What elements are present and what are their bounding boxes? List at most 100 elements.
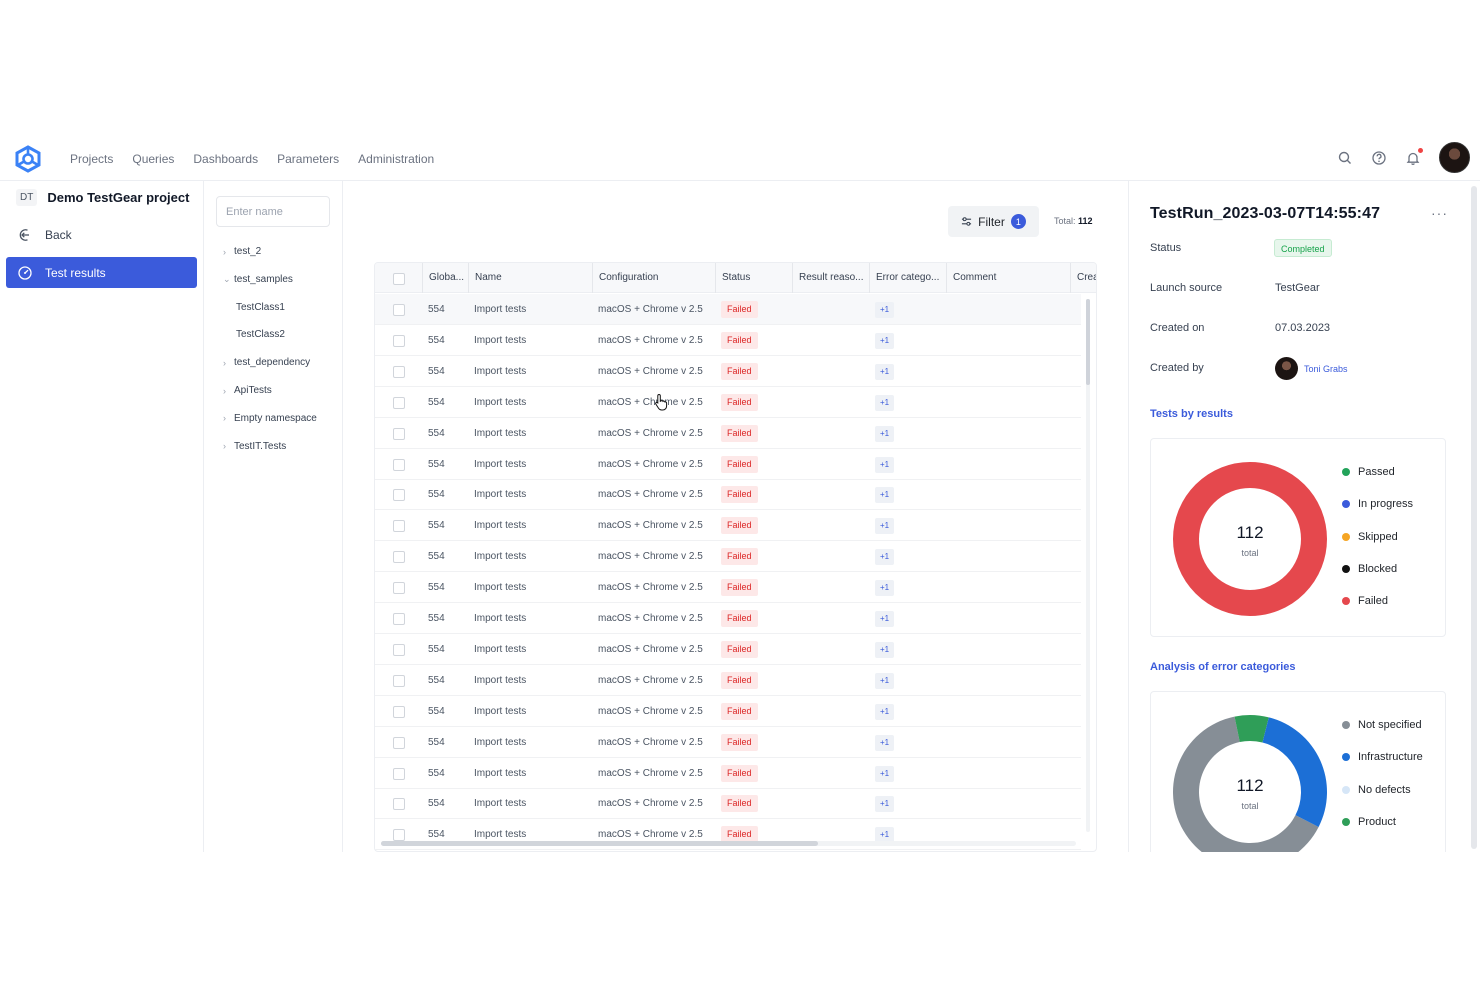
nav-parameters[interactable]: Parameters <box>277 152 339 166</box>
tree-item[interactable]: › test_dependency <box>223 357 310 368</box>
tree-item[interactable]: TestClass2 <box>236 329 285 340</box>
table-row[interactable]: 554 Import tests macOS + Chrome v 2.5 Faile… <box>375 572 1081 604</box>
row-checkbox[interactable] <box>393 520 405 533</box>
column-header-result-reason[interactable]: Result reaso... <box>792 263 869 293</box>
chevron-right-icon[interactable]: › <box>223 413 229 423</box>
chevron-right-icon[interactable]: › <box>223 247 229 257</box>
row-checkbox[interactable] <box>393 458 405 471</box>
select-all-checkbox[interactable] <box>393 273 405 285</box>
column-header-created[interactable]: Crea <box>1070 263 1096 293</box>
row-checkbox[interactable] <box>393 396 405 409</box>
row-checkbox[interactable] <box>393 551 405 564</box>
error-category-tag[interactable]: +1 <box>875 425 895 442</box>
row-checkbox[interactable] <box>393 829 405 842</box>
table-row[interactable]: 554 Import tests macOS + Chrome v 2.5 Faile… <box>375 325 1081 356</box>
table-row[interactable]: 554 Import tests macOS + Chrome v 2.5 Faile… <box>375 603 1081 634</box>
filter-button[interactable]: Filter 1 <box>948 206 1039 237</box>
bell-icon[interactable] <box>1405 147 1423 166</box>
row-checkbox[interactable] <box>393 489 405 502</box>
table-row[interactable]: 554 Import tests macOS + Chrome v 2.5 Faile… <box>375 541 1081 573</box>
legend-item[interactable]: Product <box>1342 816 1396 828</box>
table-row[interactable]: 554 Import tests macOS + Chrome v 2.5 Faile… <box>375 634 1081 665</box>
table-row[interactable]: 554 Import tests macOS + Chrome v 2.5 Faile… <box>375 665 1081 696</box>
error-category-tag[interactable]: +1 <box>875 641 895 658</box>
created-by-user[interactable]: Toni Grabs <box>1275 357 1348 380</box>
error-category-tag[interactable]: +1 <box>875 580 895 597</box>
row-checkbox[interactable] <box>393 643 405 656</box>
error-category-tag[interactable]: +1 <box>875 549 895 566</box>
error-category-tag[interactable]: +1 <box>875 734 895 751</box>
nav-dashboards[interactable]: Dashboards <box>193 152 258 166</box>
chevron-right-icon[interactable]: › <box>223 358 229 368</box>
column-header-error-category[interactable]: Error catego... <box>869 263 946 293</box>
vertical-scrollbar[interactable] <box>1086 299 1090 385</box>
table-row[interactable]: 554 Import tests macOS + Chrome v 2.5 Faile… <box>375 758 1081 789</box>
legend-item[interactable]: Not specified <box>1342 719 1422 731</box>
error-category-tag[interactable]: +1 <box>875 796 895 813</box>
legend-item[interactable]: Passed <box>1342 466 1395 478</box>
nav-administration[interactable]: Administration <box>358 152 434 166</box>
row-checkbox[interactable] <box>393 613 405 625</box>
table-row[interactable]: 554 Import tests macOS + Chrome v 2.5 Faile… <box>375 510 1081 542</box>
row-checkbox[interactable] <box>393 582 405 595</box>
legend-item[interactable]: Failed <box>1342 595 1388 607</box>
column-header-global-id[interactable]: Globa... <box>422 263 468 293</box>
row-checkbox[interactable] <box>393 767 405 780</box>
error-category-tag[interactable]: +1 <box>875 672 895 689</box>
tree-item[interactable]: › TestIT.Tests <box>223 441 286 452</box>
error-category-tag[interactable]: +1 <box>875 703 895 720</box>
row-checkbox[interactable] <box>393 736 405 749</box>
error-category-tag[interactable]: +1 <box>875 765 895 782</box>
tree-item[interactable]: ⌄ test_samples <box>223 274 293 285</box>
panel-scrollbar[interactable] <box>1471 186 1477 849</box>
search-input[interactable] <box>216 196 330 227</box>
sidebar-item-test-results[interactable]: Test results <box>6 257 197 288</box>
table-row[interactable]: 554 Import tests macOS + Chrome v 2.5 Faile… <box>375 387 1081 418</box>
legend-item[interactable]: In progress <box>1342 498 1413 510</box>
column-header-status[interactable]: Status <box>715 263 792 293</box>
row-checkbox[interactable] <box>393 674 405 687</box>
error-category-tag[interactable]: +1 <box>875 518 895 535</box>
column-header-configuration[interactable]: Configuration <box>592 263 715 293</box>
error-category-tag[interactable]: +1 <box>875 456 895 473</box>
tree-item[interactable]: › ApiTests <box>223 385 272 396</box>
column-header-name[interactable]: Name <box>468 263 592 293</box>
row-checkbox[interactable] <box>393 334 405 347</box>
row-checkbox[interactable] <box>393 304 405 316</box>
table-row[interactable]: 554 Import tests macOS + Chrome v 2.5 Faile… <box>375 418 1081 449</box>
error-category-tag[interactable]: +1 <box>875 302 895 318</box>
horizontal-scrollbar[interactable] <box>381 841 818 846</box>
tree-item[interactable]: › Empty namespace <box>223 413 317 424</box>
more-options-icon[interactable]: ··· <box>1431 205 1448 221</box>
error-category-tag[interactable]: +1 <box>875 487 895 504</box>
chevron-right-icon[interactable]: › <box>223 386 229 396</box>
user-avatar[interactable] <box>1439 142 1470 173</box>
chevron-down-icon[interactable]: ⌄ <box>223 274 231 285</box>
legend-item[interactable]: Skipped <box>1342 531 1398 543</box>
table-row[interactable]: 554 Import tests macOS + Chrome v 2.5 Faile… <box>375 294 1081 325</box>
table-row[interactable]: 554 Import tests macOS + Chrome v 2.5 Faile… <box>375 479 1081 511</box>
table-row[interactable]: 554 Import tests macOS + Chrome v 2.5 Faile… <box>375 356 1081 387</box>
table-row[interactable]: 554 Import tests macOS + Chrome v 2.5 Faile… <box>375 449 1081 480</box>
legend-item[interactable]: Blocked <box>1342 563 1397 575</box>
chevron-right-icon[interactable]: › <box>223 441 229 451</box>
tree-item[interactable]: › test_2 <box>223 246 261 257</box>
error-category-tag[interactable]: +1 <box>875 363 895 380</box>
row-checkbox[interactable] <box>393 705 405 718</box>
table-row[interactable]: 554 Import tests macOS + Chrome v 2.5 Faile… <box>375 788 1081 820</box>
row-checkbox[interactable] <box>393 798 405 811</box>
table-row[interactable]: 554 Import tests macOS + Chrome v 2.5 Faile… <box>375 696 1081 727</box>
error-category-tag[interactable]: +1 <box>875 332 895 349</box>
legend-item[interactable]: Infrastructure <box>1342 751 1423 763</box>
help-icon[interactable] <box>1371 150 1387 166</box>
table-row[interactable]: 554 Import tests macOS + Chrome v 2.5 Faile… <box>375 727 1081 758</box>
logo-icon[interactable] <box>14 145 42 173</box>
nav-projects[interactable]: Projects <box>70 152 113 166</box>
back-button[interactable]: Back <box>6 219 197 250</box>
error-category-tag[interactable]: +1 <box>875 394 895 411</box>
legend-item[interactable]: No defects <box>1342 784 1411 796</box>
column-header-comment[interactable]: Comment <box>946 263 1070 293</box>
search-icon[interactable] <box>1337 150 1353 166</box>
row-checkbox[interactable] <box>393 365 405 378</box>
error-category-tag[interactable]: +1 <box>875 611 895 627</box>
